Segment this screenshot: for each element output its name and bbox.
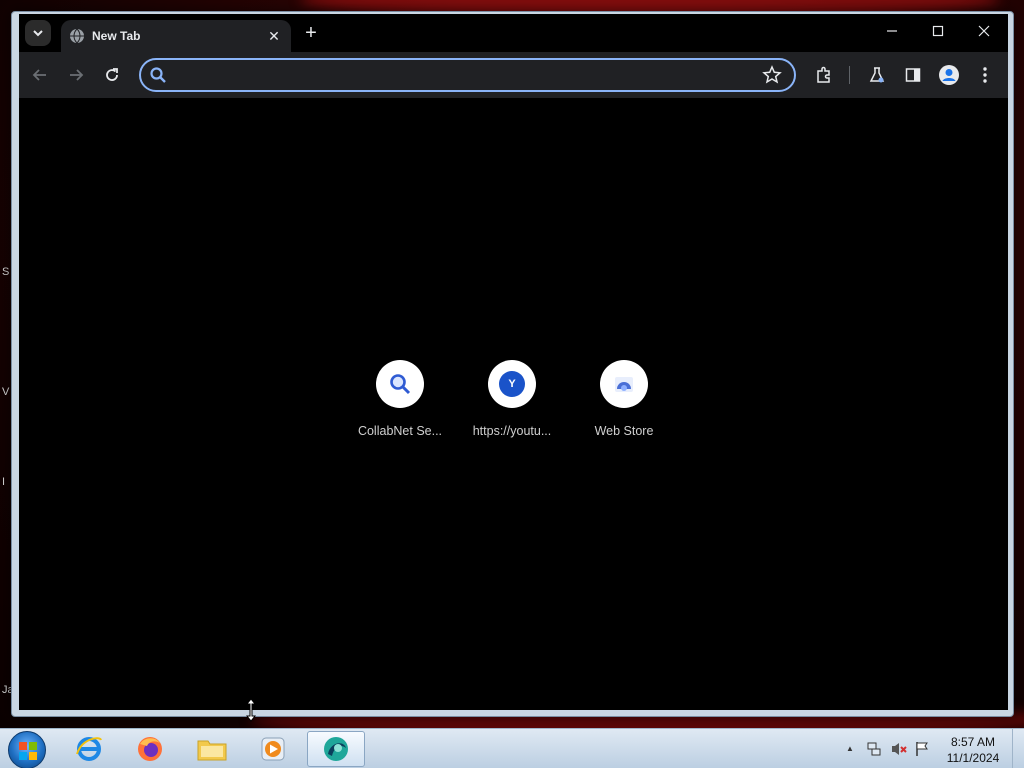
- arrow-right-icon: [70, 69, 84, 81]
- taskbar-media-player[interactable]: [244, 731, 302, 767]
- shortcut-collabnet[interactable]: CollabNet Se...: [344, 360, 456, 446]
- letter-avatar: Y: [499, 371, 525, 397]
- shortcut-youtube[interactable]: Y https://youtu...: [456, 360, 568, 446]
- maximize-button[interactable]: [915, 20, 961, 46]
- globe-icon: [70, 28, 84, 44]
- avatar-icon: [939, 65, 959, 85]
- new-tab-page: CollabNet Se... Y https://youtu... Web S…: [19, 98, 1008, 710]
- toolbar-divider: [849, 66, 850, 84]
- desktop-icon-label[interactable]: S: [2, 266, 9, 278]
- minimize-button[interactable]: [869, 20, 915, 46]
- resize-cursor-icon: [246, 698, 256, 722]
- system-clock[interactable]: 8:57 AM 11/1/2024: [940, 734, 1006, 766]
- taskbar: ▲ 8:57 AM 11/1/2024: [0, 728, 1024, 768]
- shortcut-label: https://youtu...: [472, 424, 552, 438]
- shortcut-label: Web Store: [594, 424, 654, 438]
- tab-new-tab[interactable]: New Tab ✕: [61, 20, 291, 52]
- side-panel-button[interactable]: [900, 62, 926, 88]
- close-icon: [978, 25, 990, 37]
- network-icon[interactable]: [866, 741, 882, 757]
- shortcut-label: CollabNet Se...: [357, 424, 443, 438]
- action-center-flag-icon[interactable]: [914, 741, 930, 757]
- browser-toolbar: [19, 52, 1008, 98]
- tab-search-button[interactable]: [25, 20, 51, 46]
- start-button[interactable]: [8, 731, 46, 768]
- windows-logo-icon: [19, 742, 37, 760]
- shortcut-icon: [600, 360, 648, 408]
- browser-frame: New Tab ✕ + CollabNet Se... Y https://yo…: [19, 14, 1008, 710]
- puzzle-icon: [817, 66, 830, 83]
- chevron-down-icon: [33, 30, 43, 37]
- flask-icon: [869, 67, 885, 83]
- taskbar-internet-explorer[interactable]: [60, 731, 118, 767]
- browser-app-icon: [324, 737, 348, 761]
- shortcut-icon: [376, 360, 424, 408]
- taskbar-browser[interactable]: [307, 731, 365, 767]
- desktop-icon-label[interactable]: I: [2, 476, 5, 488]
- shortcut-icon: Y: [488, 360, 536, 408]
- back-button[interactable]: [27, 62, 53, 88]
- media-player-icon: [261, 737, 285, 761]
- search-icon: [390, 374, 411, 395]
- labs-button[interactable]: [864, 62, 890, 88]
- taskbar-file-explorer[interactable]: [183, 731, 241, 767]
- bookmark-star-icon[interactable]: [762, 65, 782, 85]
- show-desktop-button[interactable]: [1012, 729, 1024, 768]
- tab-title: New Tab: [92, 29, 141, 43]
- web-store-icon: [615, 377, 633, 392]
- tray-expand-button[interactable]: ▲: [846, 744, 854, 753]
- profile-button[interactable]: [936, 62, 962, 88]
- folder-icon: [197, 740, 227, 761]
- close-window-button[interactable]: [961, 20, 1007, 46]
- side-panel-icon: [905, 68, 921, 82]
- kebab-menu-icon: [983, 67, 987, 83]
- desktop-icon-label[interactable]: V: [2, 386, 9, 398]
- reload-icon: [106, 68, 118, 81]
- shortcut-web-store[interactable]: Web Store: [568, 360, 680, 446]
- browser-window: New Tab ✕ + CollabNet Se... Y https://yo…: [11, 11, 1014, 717]
- title-bar[interactable]: New Tab ✕ +: [19, 14, 1008, 52]
- reload-button[interactable]: [99, 62, 125, 88]
- minimize-icon: [887, 30, 897, 32]
- new-tab-button[interactable]: +: [299, 22, 323, 46]
- search-icon: [150, 67, 166, 83]
- extensions-button[interactable]: [811, 62, 837, 88]
- clock-date: 11/1/2024: [946, 751, 1000, 765]
- volume-muted-icon[interactable]: [890, 741, 908, 757]
- menu-button[interactable]: [972, 62, 998, 88]
- forward-button[interactable]: [63, 62, 89, 88]
- address-input[interactable]: [173, 64, 753, 86]
- firefox-icon: [138, 737, 162, 761]
- address-bar[interactable]: [139, 58, 796, 92]
- tab-close-button[interactable]: ✕: [265, 27, 283, 45]
- clock-time: 8:57 AM: [950, 735, 996, 749]
- arrow-left-icon: [32, 69, 46, 81]
- maximize-icon: [932, 25, 944, 37]
- internet-explorer-icon: [76, 737, 102, 761]
- taskbar-firefox[interactable]: [121, 731, 179, 767]
